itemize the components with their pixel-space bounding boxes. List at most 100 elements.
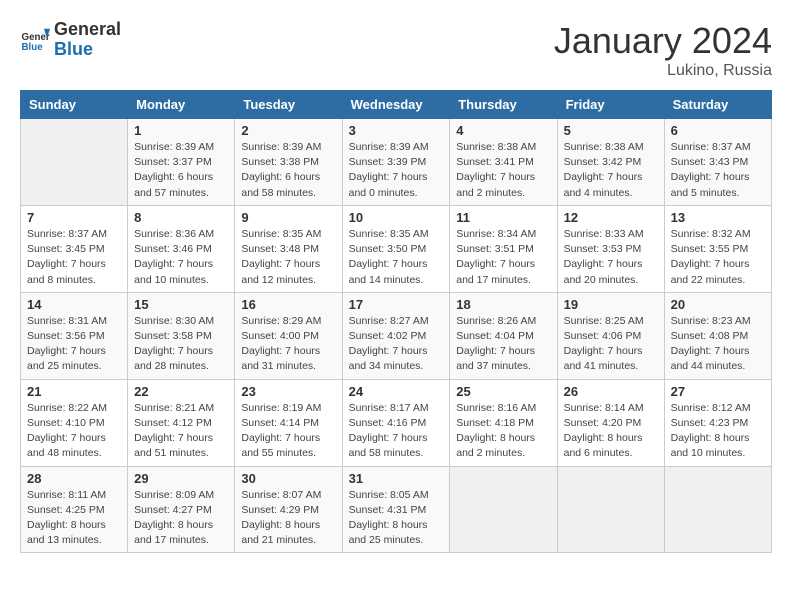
calendar-cell: 1 Sunrise: 8:39 AMSunset: 3:37 PMDaylight…: [128, 119, 235, 206]
logo-icon: General Blue: [20, 25, 50, 55]
calendar-cell: 26 Sunrise: 8:14 AMSunset: 4:20 PMDayligh…: [557, 379, 664, 466]
calendar-week-row: 21 Sunrise: 8:22 AMSunset: 4:10 PMDayligh…: [21, 379, 772, 466]
day-info: Sunrise: 8:05 AMSunset: 4:31 PMDaylight:…: [349, 488, 444, 549]
calendar-week-row: 14 Sunrise: 8:31 AMSunset: 3:56 PMDayligh…: [21, 292, 772, 379]
day-number: 31: [349, 471, 444, 486]
day-number: 27: [671, 384, 765, 399]
calendar-cell: 9 Sunrise: 8:35 AMSunset: 3:48 PMDaylight…: [235, 205, 342, 292]
weekday-header-wednesday: Wednesday: [342, 91, 450, 119]
day-info: Sunrise: 8:39 AMSunset: 3:37 PMDaylight:…: [134, 140, 228, 201]
weekday-header-tuesday: Tuesday: [235, 91, 342, 119]
day-info: Sunrise: 8:19 AMSunset: 4:14 PMDaylight:…: [241, 401, 335, 462]
logo: General Blue General Blue: [20, 20, 121, 60]
day-info: Sunrise: 8:38 AMSunset: 3:41 PMDaylight:…: [456, 140, 550, 201]
month-title: January 2024: [554, 20, 772, 62]
day-info: Sunrise: 8:37 AMSunset: 3:43 PMDaylight:…: [671, 140, 765, 201]
calendar-cell: 11 Sunrise: 8:34 AMSunset: 3:51 PMDayligh…: [450, 205, 557, 292]
calendar-cell: 18Sunrise: 8:26 AMSunset: 4:04 PMDayligh…: [450, 292, 557, 379]
calendar-cell: [557, 466, 664, 553]
day-number: 20: [671, 297, 765, 312]
day-info: Sunrise: 8:32 AMSunset: 3:55 PMDaylight:…: [671, 227, 765, 288]
day-info: Sunrise: 8:25 AMSunset: 4:06 PMDaylight:…: [564, 314, 658, 375]
calendar-cell: 24 Sunrise: 8:17 AMSunset: 4:16 PMDayligh…: [342, 379, 450, 466]
day-number: 3: [349, 123, 444, 138]
day-number: 16: [241, 297, 335, 312]
day-number: 6: [671, 123, 765, 138]
day-number: 10: [349, 210, 444, 225]
calendar-cell: 29 Sunrise: 8:09 AMSunset: 4:27 PMDayligh…: [128, 466, 235, 553]
day-info: Sunrise: 8:38 AMSunset: 3:42 PMDaylight:…: [564, 140, 658, 201]
calendar-cell: 31 Sunrise: 8:05 AMSunset: 4:31 PMDayligh…: [342, 466, 450, 553]
calendar-week-row: 1 Sunrise: 8:39 AMSunset: 3:37 PMDaylight…: [21, 119, 772, 206]
calendar-cell: 16 Sunrise: 8:29 AMSunset: 4:00 PMDayligh…: [235, 292, 342, 379]
day-number: 24: [349, 384, 444, 399]
day-info: Sunrise: 8:35 AMSunset: 3:50 PMDaylight:…: [349, 227, 444, 288]
day-number: 13: [671, 210, 765, 225]
day-info: Sunrise: 8:23 AMSunset: 4:08 PMDaylight:…: [671, 314, 765, 375]
day-number: 21: [27, 384, 121, 399]
calendar-cell: [450, 466, 557, 553]
day-number: 17: [349, 297, 444, 312]
calendar-table: SundayMondayTuesdayWednesdayThursdayFrid…: [20, 90, 772, 553]
calendar-cell: 3Sunrise: 8:39 AMSunset: 3:39 PMDaylight…: [342, 119, 450, 206]
day-info: Sunrise: 8:35 AMSunset: 3:48 PMDaylight:…: [241, 227, 335, 288]
calendar-cell: 23 Sunrise: 8:19 AMSunset: 4:14 PMDayligh…: [235, 379, 342, 466]
day-number: 1: [134, 123, 228, 138]
day-info: Sunrise: 8:16 AMSunset: 4:18 PMDaylight:…: [456, 401, 550, 462]
calendar-cell: [664, 466, 771, 553]
day-info: Sunrise: 8:34 AMSunset: 3:51 PMDaylight:…: [456, 227, 550, 288]
weekday-header-friday: Friday: [557, 91, 664, 119]
calendar-cell: 5 Sunrise: 8:38 AMSunset: 3:42 PMDaylight…: [557, 119, 664, 206]
logo-general-text: General: [54, 19, 121, 39]
day-number: 26: [564, 384, 658, 399]
day-number: 22: [134, 384, 228, 399]
day-info: Sunrise: 8:39 AMSunset: 3:38 PMDaylight:…: [241, 140, 335, 201]
day-number: 23: [241, 384, 335, 399]
day-info: Sunrise: 8:29 AMSunset: 4:00 PMDaylight:…: [241, 314, 335, 375]
day-info: Sunrise: 8:17 AMSunset: 4:16 PMDaylight:…: [349, 401, 444, 462]
day-number: 30: [241, 471, 335, 486]
day-number: 15: [134, 297, 228, 312]
day-number: 4: [456, 123, 550, 138]
calendar-cell: 2 Sunrise: 8:39 AMSunset: 3:38 PMDaylight…: [235, 119, 342, 206]
calendar-cell: 10 Sunrise: 8:35 AMSunset: 3:50 PMDayligh…: [342, 205, 450, 292]
weekday-header-monday: Monday: [128, 91, 235, 119]
day-info: Sunrise: 8:09 AMSunset: 4:27 PMDaylight:…: [134, 488, 228, 549]
day-info: Sunrise: 8:14 AMSunset: 4:20 PMDaylight:…: [564, 401, 658, 462]
logo-blue-text: Blue: [54, 39, 93, 59]
day-number: 12: [564, 210, 658, 225]
calendar-cell: 14 Sunrise: 8:31 AMSunset: 3:56 PMDayligh…: [21, 292, 128, 379]
day-info: Sunrise: 8:27 AMSunset: 4:02 PMDaylight:…: [349, 314, 444, 375]
day-number: 19: [564, 297, 658, 312]
day-number: 11: [456, 210, 550, 225]
calendar-header: SundayMondayTuesdayWednesdayThursdayFrid…: [21, 91, 772, 119]
calendar-cell: 28Sunrise: 8:11 AMSunset: 4:25 PMDayligh…: [21, 466, 128, 553]
day-number: 5: [564, 123, 658, 138]
day-info: Sunrise: 8:33 AMSunset: 3:53 PMDaylight:…: [564, 227, 658, 288]
calendar-cell: 8Sunrise: 8:36 AMSunset: 3:46 PMDaylight…: [128, 205, 235, 292]
calendar-cell: 15Sunrise: 8:30 AMSunset: 3:58 PMDayligh…: [128, 292, 235, 379]
calendar-cell: 25 Sunrise: 8:16 AMSunset: 4:18 PMDayligh…: [450, 379, 557, 466]
calendar-cell: 6 Sunrise: 8:37 AMSunset: 3:43 PMDaylight…: [664, 119, 771, 206]
day-info: Sunrise: 8:22 AMSunset: 4:10 PMDaylight:…: [27, 401, 121, 462]
day-info: Sunrise: 8:31 AMSunset: 3:56 PMDaylight:…: [27, 314, 121, 375]
calendar-cell: [21, 119, 128, 206]
weekday-header-sunday: Sunday: [21, 91, 128, 119]
day-info: Sunrise: 8:36 AMSunset: 3:46 PMDaylight:…: [134, 227, 228, 288]
day-number: 2: [241, 123, 335, 138]
day-number: 29: [134, 471, 228, 486]
day-number: 7: [27, 210, 121, 225]
calendar-cell: 27 Sunrise: 8:12 AMSunset: 4:23 PMDayligh…: [664, 379, 771, 466]
weekday-header-saturday: Saturday: [664, 91, 771, 119]
day-info: Sunrise: 8:12 AMSunset: 4:23 PMDaylight:…: [671, 401, 765, 462]
calendar-cell: 30Sunrise: 8:07 AMSunset: 4:29 PMDayligh…: [235, 466, 342, 553]
day-number: 9: [241, 210, 335, 225]
page-header: General Blue General Blue January 2024 L…: [20, 20, 772, 80]
day-info: Sunrise: 8:26 AMSunset: 4:04 PMDaylight:…: [456, 314, 550, 375]
calendar-week-row: 28Sunrise: 8:11 AMSunset: 4:25 PMDayligh…: [21, 466, 772, 553]
weekday-header-thursday: Thursday: [450, 91, 557, 119]
day-number: 14: [27, 297, 121, 312]
day-number: 25: [456, 384, 550, 399]
title-block: January 2024 Lukino, Russia: [554, 20, 772, 80]
day-info: Sunrise: 8:37 AMSunset: 3:45 PMDaylight:…: [27, 227, 121, 288]
